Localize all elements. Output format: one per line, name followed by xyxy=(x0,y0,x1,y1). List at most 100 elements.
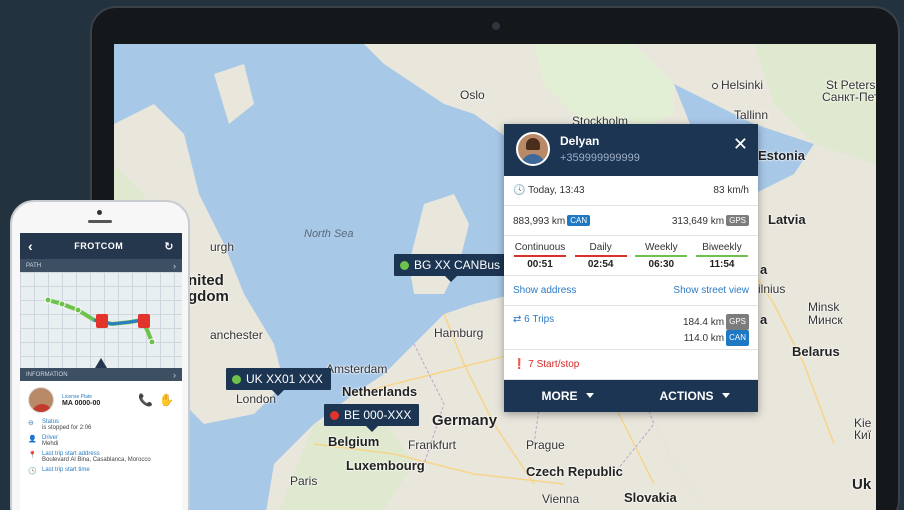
laptop-frame: Helsinki St Peters Санкт-Пете Oslo Stock… xyxy=(90,6,900,510)
trip-distance-gps: 184.4 km xyxy=(682,317,725,328)
time-speed-row: 🕓 Today, 13:43 83 km/h xyxy=(504,176,758,206)
trips-icon: ⇄ xyxy=(513,314,522,325)
map-label-london: London xyxy=(236,392,277,406)
caret-down-icon xyxy=(721,393,730,398)
info-last-trip-time: 🕓 Last trip start time xyxy=(28,467,90,475)
map-label-frankfurt: Frankfurt xyxy=(408,438,457,452)
odometer-gps: 313,649 km xyxy=(671,215,725,227)
last-update-time: Today, 13:43 xyxy=(528,185,585,196)
start-stop-alert[interactable]: ❗ 7 Start/stop xyxy=(504,350,758,380)
phone-screen: ‹ FROTCOM ↻ PATH › INFORMATION › License… xyxy=(20,233,182,510)
driver-phone[interactable]: +359999999999 xyxy=(560,152,640,164)
license-plate-row: License Plate MA 0000-00 📞 ✋ xyxy=(28,387,174,413)
laptop-camera xyxy=(492,22,500,30)
vehicle-marker-bg-canbus[interactable]: BG XX CANBus xyxy=(394,254,509,282)
gps-badge: GPS xyxy=(726,314,749,330)
map-label-germany: Germany xyxy=(432,412,498,429)
vehicle-marker-uk-xx01[interactable]: UK XX01 XXX xyxy=(226,368,331,396)
app-title: FROTCOM xyxy=(74,241,124,251)
odometer-row: 883,993 km CAN 313,649 km GPS xyxy=(504,206,758,236)
vehicle-status-dot xyxy=(232,375,241,384)
more-button[interactable]: MORE xyxy=(504,380,631,412)
info-driver: 👤 Driver Mehdi xyxy=(28,435,59,447)
map-label-estonia: Estonia xyxy=(758,148,805,163)
driver-icon: 👤 xyxy=(28,436,37,443)
vehicle-status-dot xyxy=(400,261,409,270)
vehicle-status-dot xyxy=(330,411,339,420)
address-links-row: Show address Show street view xyxy=(504,276,758,306)
time-daily: Daily 02:54 xyxy=(574,242,627,271)
map-label-luxembourg: Luxembourg xyxy=(346,458,425,473)
alert-icon: ❗ xyxy=(513,359,526,370)
map-label-helsinki: Helsinki xyxy=(712,78,763,92)
map-label-prague: Prague xyxy=(526,438,565,452)
popup-header: Delyan +359999999999 ✕ xyxy=(504,124,758,176)
can-badge: CAN xyxy=(567,214,591,226)
chevron-right-icon: › xyxy=(173,260,176,271)
driver-avatar xyxy=(28,387,54,413)
time-biweekly: Biweekly 11:54 xyxy=(695,242,748,271)
map-label-manchester: anchester xyxy=(210,328,263,342)
map-label-st-petersburg-ru: Санкт-Пете xyxy=(822,90,876,104)
actions-button[interactable]: ACTIONS xyxy=(631,380,758,412)
map-label-united: nited xyxy=(188,272,224,289)
trips-link[interactable]: ⇄ 6 Trips xyxy=(513,314,554,341)
map-label-belarus: Belarus xyxy=(792,344,840,359)
location-pin-icon: 📍 xyxy=(28,452,37,459)
phone-camera xyxy=(97,210,102,215)
map-label-vilnius: ilnius xyxy=(758,282,786,296)
phone-speaker xyxy=(88,220,112,223)
driving-times: Continuous 00:51 Daily 02:54 Weekly 06:3… xyxy=(504,236,758,276)
map-label-amsterdam: Amsterdam xyxy=(326,362,388,376)
refresh-icon[interactable]: ↻ xyxy=(164,240,174,253)
license-plate-value: MA 0000-00 xyxy=(62,399,101,407)
map-label-edinburgh: urgh xyxy=(210,240,235,254)
caret-down-icon xyxy=(585,393,594,398)
information-section-header[interactable]: INFORMATION › xyxy=(20,368,182,381)
map-label-slovakia: Slovakia xyxy=(624,490,677,505)
trip-distance-can: 114.0 km xyxy=(683,333,725,344)
map-label-a-fragment-1: a xyxy=(760,262,768,277)
map-label-a-fragment-2: a xyxy=(760,312,768,327)
show-street-view-link[interactable]: Show street view xyxy=(673,285,749,296)
map-label-kingdom: gdom xyxy=(188,288,229,305)
route-path xyxy=(44,296,156,368)
vehicle-speed: 83 km/h xyxy=(713,185,749,196)
clock-icon: 🕓 xyxy=(513,185,526,196)
map-label-ukraine: Uk xyxy=(852,476,872,493)
info-status: ⊖ Status is stopped for 2:06 xyxy=(28,419,92,431)
map-label-hamburg: Hamburg xyxy=(434,326,484,340)
phone-app-bar: ‹ FROTCOM ↻ xyxy=(20,233,182,259)
phone-frame: ‹ FROTCOM ↻ PATH › INFORMATION › License… xyxy=(10,200,190,510)
map-label-north-sea: North Sea xyxy=(304,228,354,240)
laptop-screen: Helsinki St Peters Санкт-Пете Oslo Stock… xyxy=(114,44,876,510)
popup-footer: MORE ACTIONS xyxy=(504,380,758,412)
path-mini-map[interactable] xyxy=(20,272,182,368)
phone-call-icon[interactable]: 📞 xyxy=(138,393,153,407)
chevron-right-icon: › xyxy=(173,369,176,380)
info-last-trip-address: 📍 Last trip start address Boulevard Al Bi… xyxy=(28,451,151,463)
map-label-minsk-ru: Минск xyxy=(808,313,843,327)
vehicle-marker-be-000[interactable]: BE 000-XXX xyxy=(324,404,420,432)
trips-row: ⇄ 6 Trips 184.4 km GPS 114.0 km CAN xyxy=(504,306,758,350)
path-section-header[interactable]: PATH › xyxy=(20,259,182,272)
map-label-oslo: Oslo xyxy=(460,88,485,102)
gps-badge: GPS xyxy=(726,214,749,226)
vehicle-info-popup: Delyan +359999999999 ✕ 🕓 Today, 13:43 83… xyxy=(504,124,758,412)
status-icon: ⊖ xyxy=(28,420,34,427)
driver-avatar xyxy=(516,132,550,166)
can-badge: CAN xyxy=(726,330,749,346)
map-label-paris: Paris xyxy=(290,474,318,488)
map-label-kiev-ru: Киї xyxy=(854,428,872,442)
close-icon[interactable]: ✕ xyxy=(733,134,748,155)
map-canvas[interactable]: Helsinki St Peters Санкт-Пете Oslo Stock… xyxy=(114,44,876,510)
clock-icon: 🕓 xyxy=(28,468,37,475)
map-label-czech-republic: Czech Republic xyxy=(526,464,623,479)
hand-stop-icon[interactable]: ✋ xyxy=(159,393,174,407)
driver-name: Delyan xyxy=(560,134,600,148)
vehicle-information: License Plate MA 0000-00 📞 ✋ ⊖ Status is … xyxy=(20,381,182,485)
show-address-link[interactable]: Show address xyxy=(513,285,576,296)
back-icon[interactable]: ‹ xyxy=(28,238,33,254)
time-weekly: Weekly 06:30 xyxy=(635,242,688,271)
odometer-can: 883,993 km xyxy=(513,215,566,227)
